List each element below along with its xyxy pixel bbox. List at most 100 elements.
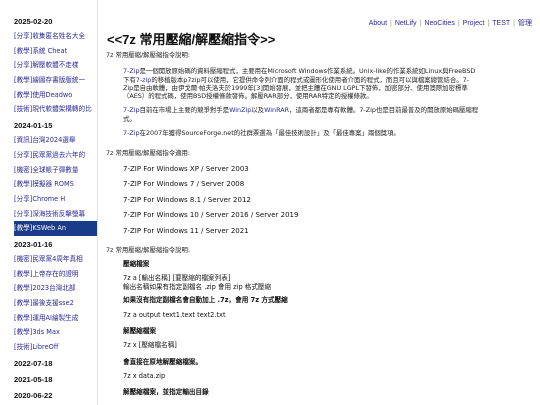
usage-heading-extract: 解壓縮檔案	[123, 326, 156, 335]
sidebar-item-label: 系統 Cheat	[32, 46, 68, 55]
sidebar-item-label: 繪圖存書版版統一	[32, 76, 86, 85]
nav-separator: |	[390, 20, 392, 27]
sidebar-item-label: 3ds Max	[32, 328, 60, 337]
sidebar-item-tag: [分享]	[14, 194, 33, 203]
link-7zip[interactable]: 7-Zip	[123, 67, 140, 75]
sidebar-item-tag: [教學]	[14, 284, 33, 293]
sidebar-item-tag: [教學]	[14, 46, 33, 55]
sidebar-item-tag: [教學]	[14, 328, 33, 337]
nav-link[interactable]: NeoCities	[424, 20, 454, 27]
link-winzip[interactable]: WinZip	[229, 106, 251, 114]
sidebar-date: 2022-07-18	[14, 358, 53, 368]
usage-heading-inplace: 會直接在原地解壓縮檔案。	[123, 357, 203, 366]
sidebar-item-tag: [機密]	[14, 165, 33, 174]
sidebar-item-label: 全球帳子彈數量	[32, 165, 79, 174]
sidebar-item[interactable]: [教學]繪圖存書版版統一	[14, 73, 97, 88]
sidebar-item-tag: [分享]	[14, 150, 33, 159]
sidebar-item[interactable]: [機密]民眾黨4周年真相	[14, 252, 97, 267]
sidebar-item-label: 民眾黨過去六年的	[32, 150, 86, 159]
sidebar-item-label: Chrome H	[32, 194, 66, 203]
main-content: <<7z 常用壓縮/解壓縮指令>> 7z 常用壓縮/解壓縮指令說明: 7-Zip…	[106, 30, 532, 396]
sidebar-item[interactable]: [技術]現代軟體架構轉的比	[14, 102, 97, 117]
nav-link[interactable]: About	[369, 20, 387, 27]
nav-link[interactable]: Project	[463, 20, 485, 27]
sidebar-item[interactable]: [教學]最後支援sse2	[14, 296, 97, 311]
link-winrar[interactable]: WinRAR	[264, 106, 289, 114]
sidebar-item[interactable]: [分享]收集匿名姓名大全	[14, 29, 97, 44]
versions-label: 7z 常用壓縮/解壓縮指令適用:	[106, 149, 191, 158]
nav-link[interactable]: TEST	[492, 20, 510, 27]
sidebar-item[interactable]: [教學]KSWeb An	[14, 221, 97, 236]
sidebar-item-tag: [分享]	[14, 61, 33, 70]
sidebar-item-tag: [機密]	[14, 254, 33, 263]
intro-label: 7z 常用壓縮/解壓縮指令說明:	[106, 51, 191, 59]
page-title: <<7z 常用壓縮/解壓縮指令>>	[107, 32, 276, 47]
sidebar-item[interactable]: [教學]2023台灣北部	[14, 281, 97, 296]
sidebar-item[interactable]: [分享]Chrome H	[14, 192, 97, 207]
sidebar-item-tag: [教學]	[14, 313, 33, 322]
sidebar-item[interactable]: [技術]LibreOff	[14, 340, 97, 355]
sidebar-item[interactable]: [教學]模擬器 ROMS	[14, 177, 97, 192]
version-item: 7-ZIP For Windows 7 / Server 2008	[123, 180, 245, 189]
sidebar-item-label: 2023台灣北部	[32, 284, 76, 293]
nav-link[interactable]: 管理	[518, 20, 532, 27]
sidebar-item[interactable]: [教學]3ds Max	[14, 325, 97, 340]
version-item: 7-ZIP For Windows 8.1 / Server 2012	[123, 195, 251, 204]
sidebar-item[interactable]: [分享]深海技術反擊螢幕	[14, 207, 97, 222]
sidebar-item-tag: [資訊]	[14, 136, 33, 145]
version-item: 7-ZIP For Windows 10 / Server 2016 / Ser…	[123, 211, 299, 220]
version-item: 7-ZIP For Windows 11 / Server 2021	[123, 227, 249, 236]
link-7zip-3[interactable]: 7-Zip	[123, 129, 140, 137]
sidebar-item-tag: [技術]	[14, 105, 33, 114]
sidebar-item[interactable]: [分享]解壓軟體不走樣	[14, 58, 97, 73]
nav-separator: |	[487, 20, 490, 27]
sidebar-item-tag: [教學]	[14, 76, 33, 85]
sidebar-item[interactable]: [機密]全球帳子彈數量	[14, 163, 97, 178]
link-7zip-2[interactable]: 7-Zip	[123, 106, 140, 114]
sidebar-date: 2025-02-20	[14, 17, 53, 26]
usage-cmd-compress: 7z a [輸出名稱] [要壓縮的檔案列表]	[123, 274, 231, 283]
sidebar-item-label: LibreOff	[32, 343, 59, 352]
awards-paragraph: 7-Zip在2007年獲得SourceForge.net的社群票選為「最佳技術設…	[123, 129, 400, 138]
sidebar-item[interactable]: [資訊]台灣2024選舉	[14, 133, 97, 148]
usage-cmd-extract-example: 7z x data.zip	[123, 372, 166, 381]
usage-label: 7z 常用壓縮/解壓縮指令說明:	[106, 245, 191, 254]
sidebar-item[interactable]: [教學]運用AI繪製生成	[14, 311, 97, 326]
sidebar-item-tag: [教學]	[14, 299, 33, 307]
usage-cmd-example: 7z a output text1.text text2.txt	[123, 310, 226, 319]
sidebar-date: 2023-01-16	[14, 239, 53, 249]
sidebar-item-tag: [教學]	[14, 269, 33, 278]
sidebar-item-label: 模擬器 ROMS	[32, 180, 74, 189]
sidebar-item-tag: [教學]	[14, 90, 33, 99]
sidebar-item-tag: [技術]	[14, 343, 33, 352]
sidebar-item[interactable]: [教學]上帝存在的證明	[14, 267, 97, 282]
sidebar-item[interactable]: [教學]使用Deadwo	[14, 88, 97, 103]
competitors-paragraph: 7-Zip目前在市場上主要的競爭對手是WinZip以及WinRAR，這兩者都是專…	[123, 106, 479, 123]
version-item: 7-ZIP For Windows XP / Server 2003	[123, 164, 249, 173]
sidebar-item-label: 運用AI繪製生成	[32, 313, 79, 322]
nav-separator: |	[513, 20, 515, 27]
usage-note-zip: 輸出名稱如果有指定副檔名 .zip 會用 zip 格式壓縮	[123, 282, 272, 291]
sidebar-item-label: 現代軟體架構轉的比	[32, 105, 92, 114]
top-nav: About | NetLify | NeoCities | Project | TEST | 管理	[369, 18, 532, 28]
nav-separator: |	[457, 20, 460, 27]
sidebar-item-label: 深海技術反擊螢幕	[32, 209, 86, 218]
usage-heading-ext: 如果沒有指定副檔名會自動加上 .7z，會用 7z 方式壓縮	[123, 296, 288, 305]
nav-link[interactable]: NetLify	[395, 20, 417, 27]
sidebar-item-tag: [教學]	[14, 180, 33, 189]
sidebar-date: 2020-06-22	[14, 390, 53, 400]
versions-list: 7-ZIP For Windows XP / Server 2003 7-ZIP …	[106, 162, 532, 240]
intro-paragraph: 7-Zip是一個開放原始碼的資料壓縮程式，主要用在Microsoft Windo…	[123, 67, 476, 101]
sidebar-item-label: 使用Deadwo	[32, 90, 73, 99]
link-7zip-port[interactable]: 7-zip	[136, 76, 152, 84]
sidebar-item[interactable]: [分享]民眾黨過去六年的	[14, 148, 97, 163]
sidebar-item-label: 收集匿名姓名大全	[32, 32, 86, 40]
sidebar-item-label: 台灣2024選舉	[32, 136, 76, 145]
usage-heading-compress: 壓縮檔案	[123, 259, 150, 268]
sidebar-item-tag: [分享]	[14, 32, 33, 40]
sidebar-item-tag: [教學]	[14, 224, 33, 233]
sidebar: 2025-02-20 [分享]收集匿名姓名大全 [教學]系統 Cheat [分享]解壓…	[0, 0, 98, 405]
sidebar-item[interactable]: [教學]系統 Cheat	[14, 44, 97, 59]
usage-cmd-extract: 7z x [壓縮檔名稱]	[123, 341, 177, 350]
sidebar-item-label: 解壓軟體不走樣	[32, 61, 79, 70]
